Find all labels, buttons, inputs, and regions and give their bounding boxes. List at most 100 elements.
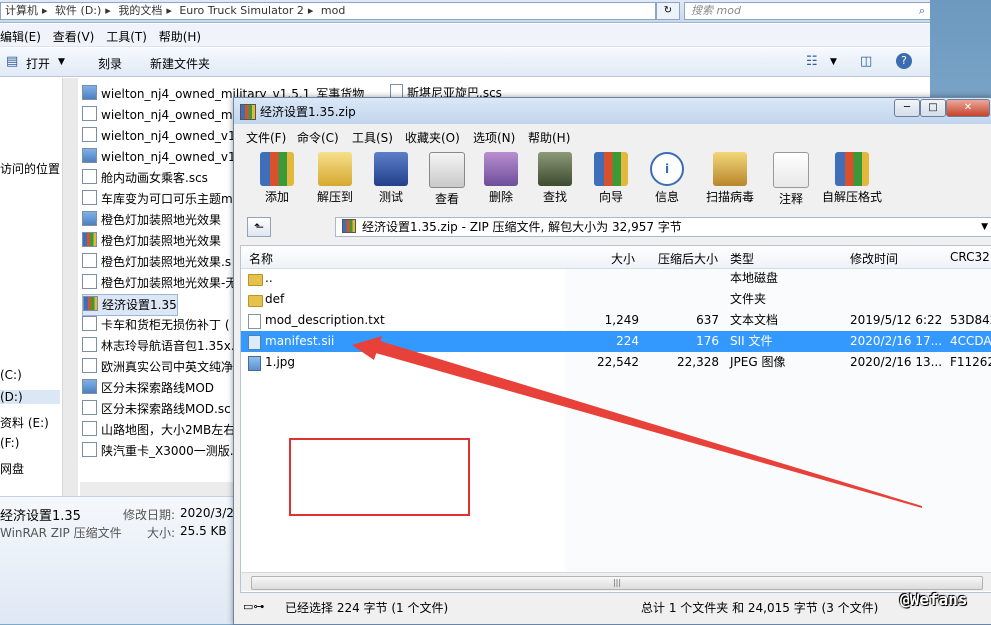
- chevron-down-icon[interactable]: ▼: [58, 57, 65, 67]
- breadcrumb-item[interactable]: Euro Truck Simulator 2: [179, 4, 304, 17]
- breadcrumb-item[interactable]: 我的文档: [118, 4, 162, 17]
- sfx-button[interactable]: 自解压格式: [817, 149, 887, 209]
- breadcrumb-item[interactable]: 计算机: [5, 4, 38, 17]
- file-icon: [82, 400, 97, 415]
- search-input[interactable]: 搜索 mod ⌕: [684, 2, 932, 20]
- menu-view[interactable]: 查看(V): [53, 24, 103, 45]
- list-item[interactable]: 橙色灯加装照地光效果.s: [82, 252, 231, 272]
- list-item[interactable]: wielton_nj4_owned_v1.: [82, 147, 239, 167]
- menu-help[interactable]: 帮助(H): [528, 129, 570, 146]
- open-button[interactable]: 打开: [26, 55, 50, 72]
- archive-path-dropdown[interactable]: 经济设置1.35.zip - ZIP 压缩文件, 解包大小为 32,957 字节…: [335, 217, 991, 237]
- folder-icon: [248, 295, 263, 307]
- table-row[interactable]: .. 本地磁盘: [241, 268, 991, 289]
- list-item[interactable]: wielton_nj4_owned_mil: [82, 105, 239, 125]
- column-name[interactable]: 名称: [249, 250, 273, 267]
- menu-options[interactable]: 选项(N): [473, 129, 515, 146]
- list-item[interactable]: 欧洲真实公司中英文纯净: [82, 357, 233, 377]
- nav-item-f-drive[interactable]: (F:): [0, 436, 19, 450]
- table-row[interactable]: def 文件夹: [241, 289, 991, 310]
- find-button[interactable]: 查找: [529, 149, 581, 209]
- archive-path-bar: ⬑ 经济设置1.35.zip - ZIP 压缩文件, 解包大小为 32,957 …: [239, 215, 991, 241]
- status-total: 总计 1 个文件夹 和 24,015 字节 (3 个文件): [641, 601, 879, 615]
- archive-file-icon: [82, 232, 97, 247]
- nav-item-e-drive[interactable]: 资料 (E:): [0, 414, 49, 431]
- file-icon: [82, 127, 97, 142]
- list-header: 名称 大小 压缩后大小 类型 修改时间 CRC32: [241, 246, 991, 269]
- image-file-icon: [82, 85, 97, 100]
- table-row-selected[interactable]: manifest.sii 224 176 SII 文件 2020/2/16 17…: [241, 331, 991, 352]
- list-item[interactable]: 山路地图，大小2MB左右: [82, 420, 235, 440]
- breadcrumb-item[interactable]: mod: [321, 4, 345, 17]
- info-button[interactable]: i 信息: [641, 149, 693, 209]
- chevron-down-icon[interactable]: ▼: [830, 57, 837, 67]
- list-item[interactable]: 橙色灯加装照地光效果: [82, 231, 221, 251]
- nav-item-d-drive[interactable]: (D:): [0, 390, 60, 404]
- preview-pane-icon[interactable]: ◫: [860, 54, 872, 69]
- list-item[interactable]: 舱内动画女乘客.scs: [82, 168, 208, 188]
- burn-button[interactable]: 刻录: [98, 55, 122, 72]
- menu-commands[interactable]: 命令(C): [297, 129, 339, 146]
- list-item[interactable]: 卡车和货柜无损伤补丁 (: [82, 315, 230, 335]
- breadcrumb[interactable]: 计算机 ▸ 软件 (D:) ▸ 我的文档 ▸ Euro Truck Simulator…: [0, 2, 656, 20]
- search-icon[interactable]: ⌕: [919, 3, 925, 19]
- details-filename: 经济设置1.35: [0, 509, 81, 524]
- list-item[interactable]: 林志玲导航语音包1.35x.: [82, 336, 235, 356]
- list-item[interactable]: 橙色灯加装照地光效果: [82, 210, 221, 230]
- winrar-menubar: 文件(F) 命令(C) 工具(S) 收藏夹(O) 选项(N) 帮助(H): [234, 125, 991, 147]
- file-list-scrollbar[interactable]: [80, 482, 240, 496]
- column-modified[interactable]: 修改时间: [850, 250, 898, 267]
- virus-scan-icon: [713, 152, 747, 186]
- list-item[interactable]: 陕汽重卡_X3000一测版.: [82, 441, 234, 461]
- nav-item-c-drive[interactable]: (C:): [0, 368, 22, 382]
- delete-button[interactable]: 删除: [475, 149, 527, 209]
- jpeg-file-icon: [248, 356, 261, 371]
- close-button[interactable]: ✕: [946, 99, 990, 117]
- extract-to-button[interactable]: 解压到: [309, 149, 361, 209]
- list-item[interactable]: 车库变为可口可乐主题m: [82, 189, 233, 209]
- new-folder-button[interactable]: 新建文件夹: [150, 55, 210, 72]
- test-button[interactable]: 测试: [365, 149, 417, 209]
- nav-item-netdisk[interactable]: 网盘: [0, 460, 24, 477]
- winrar-icon: ▤: [6, 54, 19, 69]
- list-item[interactable]: 区分未探索路线MOD: [82, 378, 214, 398]
- column-crc32[interactable]: CRC32: [950, 250, 990, 264]
- list-item[interactable]: 橙色灯加装照地光效果-无: [82, 273, 237, 293]
- add-archive-icon: [260, 152, 294, 186]
- maximize-button[interactable]: □: [920, 99, 946, 117]
- file-icon: [82, 169, 97, 184]
- up-folder-button[interactable]: ⬑: [247, 217, 271, 237]
- column-size[interactable]: 大小: [611, 250, 635, 267]
- help-icon[interactable]: ?: [896, 53, 912, 69]
- list-item-selected[interactable]: 经济设置1.35: [82, 294, 178, 316]
- scrollbar-thumb[interactable]: |||: [251, 576, 983, 590]
- menu-favorites[interactable]: 收藏夹(O): [405, 129, 460, 146]
- winrar-window: 经济设置1.35.zip ─ □ ✕ 文件(F) 命令(C) 工具(S) 收藏夹…: [233, 97, 991, 625]
- menu-help[interactable]: 帮助(H): [159, 24, 209, 45]
- comment-button[interactable]: 注释: [765, 149, 817, 209]
- chevron-down-icon[interactable]: ▼: [981, 218, 988, 236]
- menu-file[interactable]: 文件(F): [246, 129, 286, 146]
- wizard-button[interactable]: 向导: [585, 149, 637, 209]
- table-row[interactable]: 1.jpg 22,542 22,328 JPEG 图像 2020/2/16 13…: [241, 352, 991, 373]
- image-file-icon: [82, 148, 97, 163]
- view-options-icon[interactable]: ☷: [806, 54, 818, 69]
- virus-scan-button[interactable]: 扫描病毒: [699, 149, 761, 209]
- column-packed[interactable]: 压缩后大小: [658, 250, 718, 267]
- list-item[interactable]: 区分未探索路线MOD.sc: [82, 399, 231, 419]
- table-row[interactable]: mod_description.txt 1,249 637 文本文档 2019/…: [241, 310, 991, 331]
- add-button[interactable]: 添加: [251, 149, 303, 209]
- nav-item-recent-places[interactable]: 访问的位置: [0, 160, 60, 177]
- list-item[interactable]: wielton_nj4_owned_v1.: [82, 126, 239, 146]
- horizontal-scrollbar[interactable]: |||: [241, 572, 991, 591]
- menu-tools[interactable]: 工具(S): [352, 129, 393, 146]
- menu-edit[interactable]: 编辑(E): [0, 24, 49, 45]
- menu-tools[interactable]: 工具(T): [106, 24, 155, 45]
- column-type[interactable]: 类型: [730, 250, 754, 267]
- nav-scrollbar[interactable]: [62, 78, 78, 496]
- refresh-icon[interactable]: ↻: [656, 2, 680, 20]
- minimize-button[interactable]: ─: [894, 99, 920, 117]
- breadcrumb-item[interactable]: 软件 (D:): [55, 4, 101, 17]
- view-button[interactable]: 查看: [421, 149, 473, 209]
- details-size-label: 大小:: [147, 526, 176, 540]
